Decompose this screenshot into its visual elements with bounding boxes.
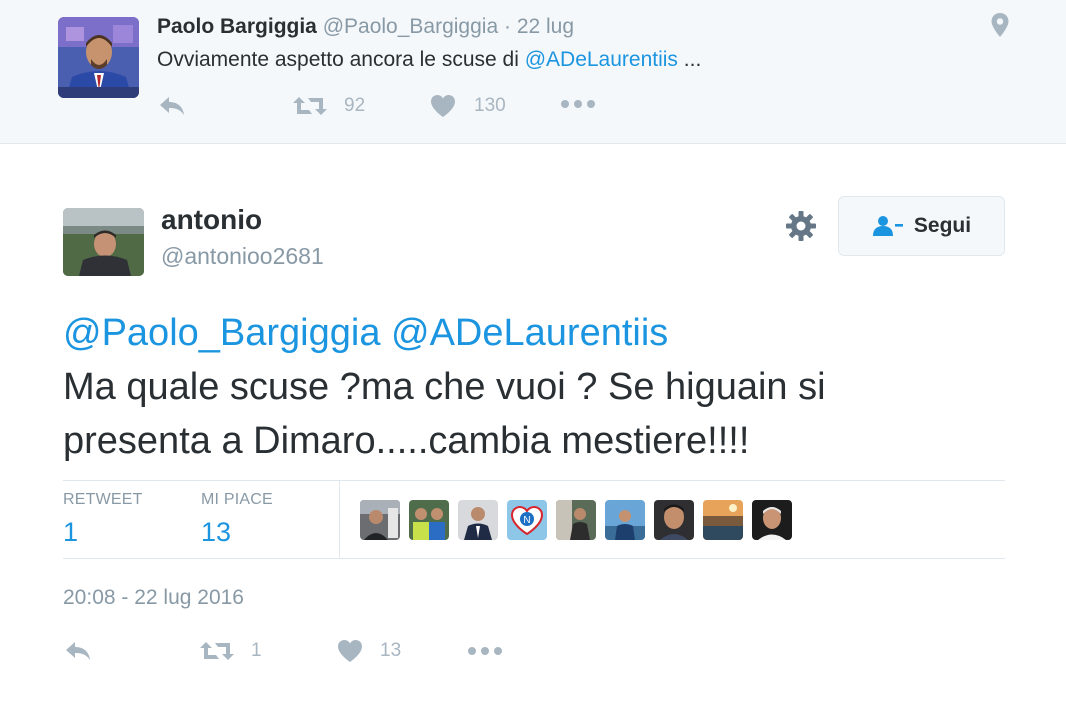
parent-retweet-button[interactable]: 92: [292, 94, 365, 118]
main-author-name[interactable]: antonio: [161, 204, 262, 236]
parent-more-button[interactable]: [560, 98, 596, 110]
liker-avatar[interactable]: [409, 500, 449, 540]
parent-actions: 92 130: [0, 92, 1066, 122]
parent-date[interactable]: 22 lug: [517, 15, 574, 38]
retweet-icon: [293, 97, 327, 115]
gear-icon[interactable]: [785, 210, 817, 242]
parent-like-button[interactable]: 130: [430, 94, 506, 118]
svg-text:N: N: [523, 515, 530, 526]
main-tweet-line-2: presenta a Dimaro.....cambia mestiere!!!…: [63, 420, 750, 462]
liker-avatar[interactable]: [654, 500, 694, 540]
main-avatar[interactable]: [63, 208, 144, 276]
tweet-timestamp[interactable]: 20:08 - 22 lug 2016: [63, 586, 244, 610]
main-tweet-mentions[interactable]: @Paolo_Bargiggia @ADeLaurentiis: [63, 306, 1023, 360]
main-tweet-text: @Paolo_Bargiggia @ADeLaurentiis Ma quale…: [63, 306, 1023, 468]
retweet-stat-value: 1: [63, 517, 79, 547]
like-stat[interactable]: MI PIACE 13: [201, 491, 273, 548]
stats-divider-bottom: [63, 558, 1005, 559]
main-retweet-count: 1: [251, 640, 262, 661]
main-author-handle[interactable]: @antonioo2681: [161, 243, 324, 270]
liker-avatar[interactable]: [605, 500, 645, 540]
stats-divider-vertical: [339, 481, 340, 558]
main-retweet-button[interactable]: 1: [199, 639, 262, 663]
like-stat-value: 13: [201, 517, 232, 547]
stats-divider-top: [63, 480, 1005, 481]
liker-avatars: N: [360, 500, 792, 540]
liker-avatar[interactable]: [703, 500, 743, 540]
liker-avatar[interactable]: N: [507, 500, 547, 540]
main-like-button[interactable]: 13: [337, 639, 401, 663]
follow-button-label: Segui: [913, 214, 972, 237]
parent-author-handle[interactable]: @Paolo_Bargiggia: [323, 15, 498, 38]
parent-mention-link[interactable]: @ADeLaurentiis: [525, 48, 678, 71]
heart-icon: [338, 640, 362, 662]
main-like-count: 13: [380, 640, 402, 661]
follow-person-icon: [872, 216, 903, 236]
liker-avatar[interactable]: [752, 500, 792, 540]
follow-button[interactable]: Segui: [838, 196, 1005, 256]
main-more-button[interactable]: [467, 645, 503, 657]
reply-icon: [160, 97, 184, 115]
location-pin-icon[interactable]: [990, 12, 1010, 38]
parent-author-name[interactable]: Paolo Bargiggia: [157, 15, 317, 38]
main-reply-button[interactable]: [63, 639, 93, 663]
parent-text-suffix: ...: [677, 48, 702, 71]
main-actions: 1 13: [0, 636, 1066, 668]
parent-tweet[interactable]: Paolo Bargiggia @Paolo_Bargiggia · 22 lu…: [0, 0, 1066, 144]
parent-reply-button[interactable]: [157, 94, 187, 118]
parent-avatar[interactable]: [58, 17, 139, 98]
parent-like-count: 130: [474, 95, 506, 116]
liker-avatar[interactable]: [360, 500, 400, 540]
like-stat-label: MI PIACE: [201, 491, 273, 508]
liker-avatar[interactable]: [556, 500, 596, 540]
parent-header: Paolo Bargiggia @Paolo_Bargiggia · 22 lu…: [157, 15, 574, 39]
reply-icon: [66, 642, 90, 660]
parent-retweet-count: 92: [344, 95, 366, 116]
parent-separator: ·: [503, 15, 511, 38]
heart-icon: [431, 95, 455, 117]
more-icon: [468, 647, 502, 655]
retweet-stat[interactable]: RETWEET 1: [63, 491, 143, 548]
main-tweet-line-1: Ma quale scuse ?ma che vuoi ? Se higuain…: [63, 366, 826, 408]
parent-tweet-text: Ovviamente aspetto ancora le scuse di @A…: [157, 48, 701, 72]
retweet-icon: [200, 642, 234, 660]
liker-avatar[interactable]: [458, 500, 498, 540]
parent-text-prefix: Ovviamente aspetto ancora le scuse di: [157, 48, 525, 71]
retweet-stat-label: RETWEET: [63, 491, 143, 508]
more-icon: [561, 100, 595, 108]
